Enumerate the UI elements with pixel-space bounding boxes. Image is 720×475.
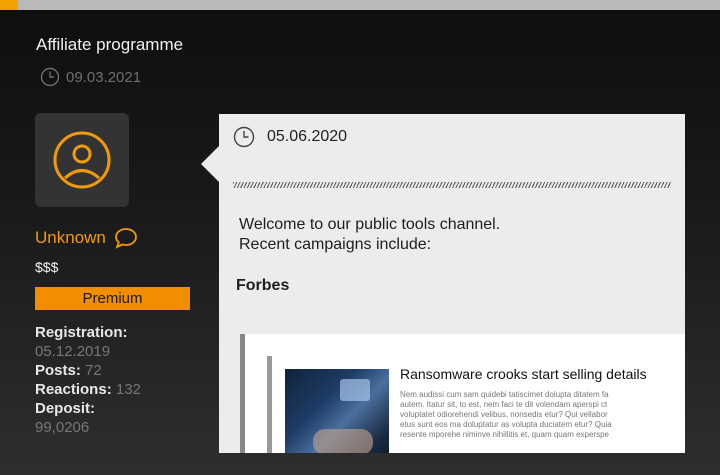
reactions-label: Reactions: [35, 381, 112, 398]
top-bar-accent [0, 0, 18, 10]
posts-label: Posts: [35, 362, 81, 379]
excerpt-line: autem. Itatur sit, to est, nem faci te d… [400, 400, 608, 409]
post-bubble: 05.06.2020 Welcome to our public tools c… [219, 114, 685, 453]
post-heading: Forbes [236, 277, 290, 294]
avatar[interactable] [35, 113, 129, 207]
user-circle-icon [53, 131, 111, 189]
thread-title: Affiliate programme [36, 35, 184, 54]
post-line-2: Recent campaigns include: [239, 236, 432, 253]
post-date: 05.06.2020 [233, 126, 347, 148]
thread-date: 09.03.2021 [40, 67, 141, 87]
thumbnail-screen [340, 379, 370, 401]
clock-icon [233, 126, 255, 148]
thumbnail-hand [313, 429, 373, 453]
premium-badge: Premium [35, 287, 190, 310]
quote-block: Ransomware crooks start selling details … [240, 334, 685, 453]
author-rank: $$$ [35, 259, 59, 275]
deposit-label: Deposit: [35, 400, 95, 417]
post-bubble-arrow [201, 146, 219, 182]
posts-value: 72 [85, 362, 102, 379]
article-thumbnail[interactable] [285, 369, 389, 453]
excerpt-line: Nem audissi cum sam quidebi tatiscimet d… [400, 390, 609, 399]
excerpt-line: voluptatet odiorehendi velibus, nonsedis… [400, 410, 608, 419]
registration-label: Registration: [35, 324, 128, 341]
post-date-text: 05.06.2020 [267, 128, 348, 145]
article-excerpt: Nem audissi cum sam quidebi tatiscimet d… [400, 390, 685, 440]
author-stats: Registration: 05.12.2019 Posts: 72 React… [35, 323, 141, 437]
post-body: Welcome to our public tools channel. Rec… [239, 215, 500, 255]
registration-value: 05.12.2019 [35, 343, 111, 360]
excerpt-line: etus sunt eos ma doluptatur as volupta d… [400, 420, 612, 429]
speech-bubble-icon[interactable] [114, 227, 138, 249]
article-title[interactable]: Ransomware crooks start selling details [400, 366, 647, 382]
top-bar [0, 0, 720, 10]
author-name[interactable]: Unknown [35, 227, 138, 249]
reactions-value: 132 [115, 381, 141, 398]
article-embed[interactable]: Ransomware crooks start selling details … [267, 356, 685, 453]
post-line-1: Welcome to our public tools channel. [239, 216, 501, 233]
post-divider [233, 182, 671, 188]
clock-icon [40, 67, 60, 87]
deposit-value: 99,0206 [35, 419, 90, 436]
thread-date-text: 09.03.2021 [66, 68, 142, 86]
excerpt-line: resente mporehe niminve nihillitis et, q… [400, 430, 609, 439]
author-name-text[interactable]: Unknown [35, 228, 106, 248]
